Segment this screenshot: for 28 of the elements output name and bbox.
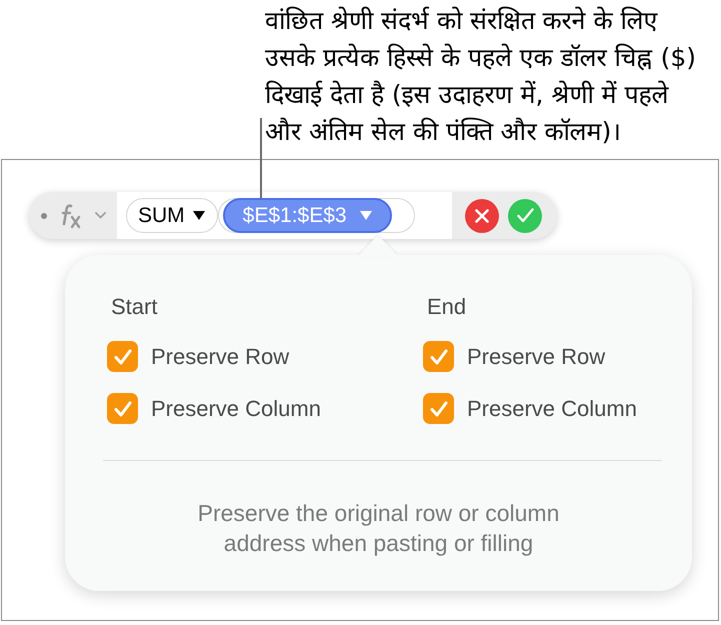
close-icon (475, 208, 489, 222)
callout-text: वांछित श्रेणी संदर्भ को संरक्षित करने के लिए उसके प्रत्येक हिस्से के पहले एक डॉलर चिह्न ($) दिखाई देता है (इस उदाहरण में, श्रेणी में पहले और अंतिम सेल की पंक्ति और कॉलम)। (265, 5, 697, 148)
checkbox-label: Preserve Column (151, 395, 321, 423)
checkbox-label: Preserve Row (467, 343, 606, 371)
section-heading: Start (111, 295, 158, 319)
checkbox[interactable] (107, 393, 138, 424)
caret-icon (192, 211, 205, 220)
confirm-button[interactable] (508, 198, 542, 232)
function-token[interactable]: SUM (126, 198, 218, 233)
dot-icon (41, 212, 47, 218)
checkbox-label: Preserve Column (467, 395, 637, 423)
check-icon (430, 400, 448, 416)
checkbox[interactable] (423, 393, 454, 424)
checkbox-label: Preserve Row (151, 343, 290, 371)
checkmark-icon (516, 208, 534, 223)
chevron-down-icon (95, 212, 106, 219)
function-icon (59, 202, 83, 228)
checkbox[interactable] (423, 341, 454, 372)
caret-icon (360, 211, 372, 220)
formula-editor[interactable]: SUM $E$1:$E$3 (117, 192, 452, 239)
help-text: Preserve the original row or column address when pasting or filling (196, 499, 560, 558)
check-icon (114, 400, 132, 416)
check-icon (430, 348, 448, 364)
section-heading: End (427, 295, 466, 319)
checkbox[interactable] (107, 341, 138, 372)
check-icon (114, 348, 132, 364)
function-menu-button[interactable] (59, 202, 106, 228)
cancel-button[interactable] (465, 198, 499, 232)
